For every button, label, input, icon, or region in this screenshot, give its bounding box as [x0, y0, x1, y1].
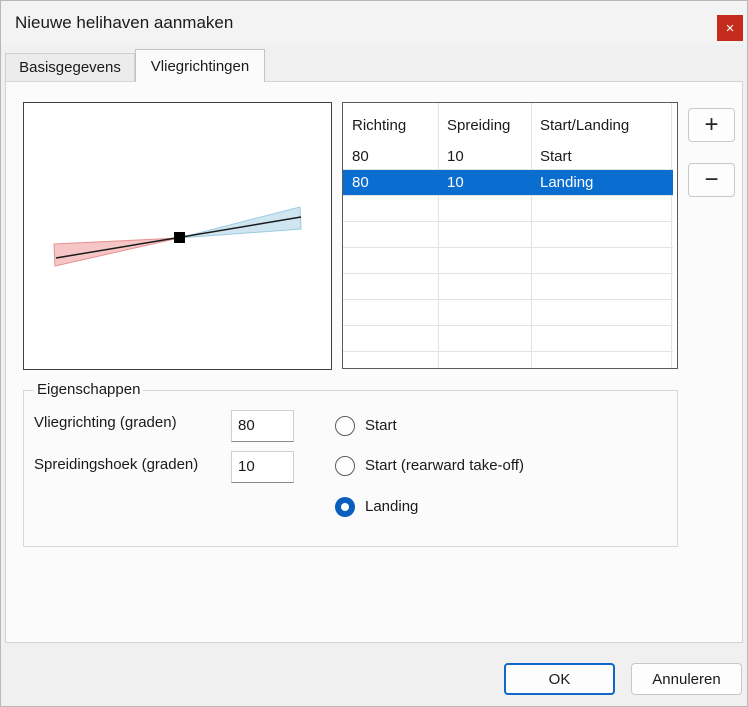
column-header-start-landing[interactable]: Start/Landing	[531, 113, 629, 139]
radio-start-rearward-label[interactable]: Start (rearward take-off)	[365, 457, 524, 474]
radio-start-rearward[interactable]	[335, 456, 355, 476]
remove-direction-button[interactable]: −	[688, 163, 735, 197]
empty-row	[343, 196, 673, 222]
radio-landing[interactable]	[335, 497, 355, 517]
landing-sector	[178, 206, 302, 239]
tab-vliegrichtingen[interactable]: Vliegrichtingen	[135, 49, 265, 82]
empty-row	[343, 248, 673, 274]
start-sector	[53, 237, 180, 267]
tab-label: Basisgegevens	[19, 59, 121, 76]
heliport-marker-icon	[174, 232, 185, 243]
table-row-selected[interactable]: 80 10 Landing	[343, 170, 673, 196]
column-header-spreiding[interactable]: Spreiding	[438, 113, 510, 139]
cell-richting: 80	[352, 174, 369, 191]
direction-preview-canvas	[53, 206, 302, 267]
plus-icon: +	[704, 111, 719, 138]
tab-basisgegevens[interactable]: Basisgegevens	[5, 53, 135, 81]
direction-preview	[23, 102, 332, 370]
ok-button[interactable]: OK	[504, 663, 615, 695]
window-title: Nieuwe helihaven aanmaken	[15, 13, 234, 32]
direction-input[interactable]: 80	[231, 410, 294, 442]
table-row[interactable]: 80 10 Start	[343, 144, 673, 170]
cell-type: Start	[540, 148, 572, 165]
tab-label: Vliegrichtingen	[150, 57, 250, 75]
minus-icon: −	[704, 166, 719, 193]
radio-landing-label[interactable]: Landing	[365, 498, 418, 515]
radio-start-label[interactable]: Start	[365, 417, 397, 434]
column-header-richting[interactable]: Richting	[343, 113, 406, 139]
spread-label: Spreidingshoek (graden)	[34, 456, 199, 473]
empty-row	[343, 300, 673, 326]
cancel-button[interactable]: Annuleren	[631, 663, 742, 695]
title-bar: Nieuwe helihaven aanmaken ×	[1, 1, 747, 45]
add-direction-button[interactable]: +	[688, 108, 735, 142]
cell-type: Landing	[540, 174, 594, 191]
close-button[interactable]: ×	[717, 15, 743, 41]
properties-group-label: Eigenschappen	[34, 381, 144, 398]
dialog-window: Nieuwe helihaven aanmaken × Basisgegeven…	[0, 0, 748, 707]
cell-spreiding: 10	[447, 148, 464, 165]
empty-row	[343, 274, 673, 300]
close-icon: ×	[725, 19, 735, 37]
radio-start[interactable]	[335, 416, 355, 436]
spread-input[interactable]: 10	[231, 451, 294, 483]
direction-label: Vliegrichting (graden)	[34, 414, 177, 431]
cell-richting: 80	[352, 148, 369, 165]
empty-row	[343, 222, 673, 248]
cell-spreiding: 10	[447, 174, 464, 191]
directions-table: Richting Spreiding Start/Landing 80 10 S…	[342, 102, 678, 369]
empty-row	[343, 326, 673, 352]
